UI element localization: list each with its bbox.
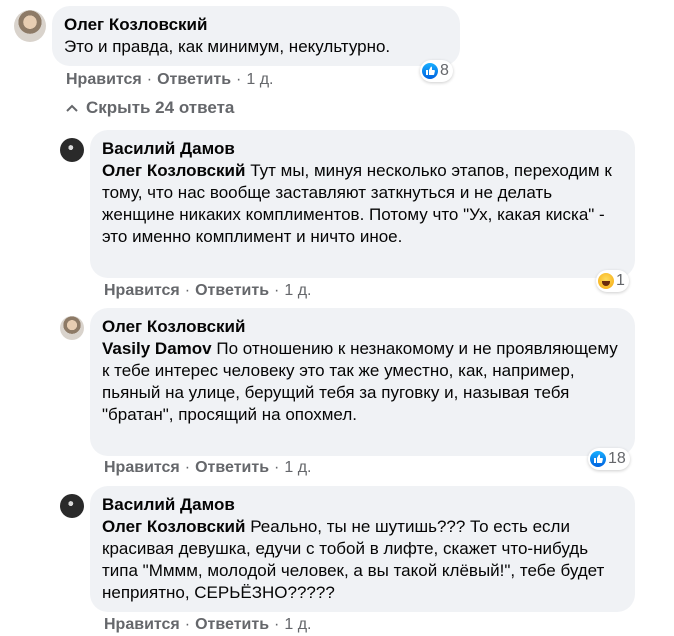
hide-replies-label: Скрыть 24 ответа bbox=[86, 98, 235, 117]
reaction-badge[interactable]: 18 bbox=[588, 448, 630, 470]
reply-button[interactable]: Ответить bbox=[157, 71, 231, 88]
chevron-up-icon bbox=[66, 104, 78, 112]
mention-link[interactable]: Олег Козловский bbox=[102, 517, 245, 536]
comment-author[interactable]: Олег Козловский bbox=[64, 14, 448, 36]
timestamp[interactable]: 1 д. bbox=[284, 616, 311, 633]
reaction-count: 8 bbox=[440, 62, 449, 79]
comment-actions: Нравится · Ответить · 1 д. bbox=[104, 459, 312, 476]
comment-author[interactable]: Василий Дамов bbox=[102, 138, 623, 160]
like-icon bbox=[422, 63, 438, 79]
comment-actions: Нравится · Ответить · 1 д. bbox=[104, 282, 312, 299]
comment-author[interactable]: Василий Дамов bbox=[102, 494, 623, 516]
reaction-count: 18 bbox=[608, 450, 626, 467]
comment-bubble: Василий Дамов Олег Козловский Реально, т… bbox=[90, 486, 635, 612]
haha-icon bbox=[598, 273, 614, 289]
reaction-badge[interactable]: 1 bbox=[596, 270, 629, 292]
avatar[interactable] bbox=[60, 138, 84, 162]
timestamp[interactable]: 1 д. bbox=[246, 71, 273, 88]
timestamp[interactable]: 1 д. bbox=[284, 459, 311, 476]
mention-link[interactable]: Vasily Damov bbox=[102, 339, 212, 358]
comment-text: Это и правда, как минимум, некультурно. bbox=[64, 37, 391, 56]
reaction-count: 1 bbox=[616, 272, 625, 289]
comment-actions: Нравится · Ответить · 1 д. bbox=[66, 71, 274, 88]
reaction-badge[interactable]: 8 bbox=[420, 60, 453, 82]
avatar[interactable] bbox=[14, 10, 46, 42]
comment-author[interactable]: Олег Козловский bbox=[102, 316, 623, 338]
comment-actions: Нравится · Ответить · 1 д. bbox=[104, 616, 312, 633]
mention-link[interactable]: Олег Козловский bbox=[102, 161, 245, 180]
like-button[interactable]: Нравится bbox=[66, 71, 142, 88]
comment-text: Олег Козловский Реально, ты не шутишь???… bbox=[102, 516, 623, 604]
like-button[interactable]: Нравится bbox=[104, 282, 180, 299]
reply-button[interactable]: Ответить bbox=[195, 459, 269, 476]
comment-text: Олег Козловский Тут мы, минуя несколько … bbox=[102, 160, 623, 248]
like-button[interactable]: Нравится bbox=[104, 616, 180, 633]
like-icon bbox=[590, 451, 606, 467]
comment-bubble: Олег Козловский Vasily Damov По отношени… bbox=[90, 308, 635, 456]
reply-button[interactable]: Ответить bbox=[195, 282, 269, 299]
avatar[interactable] bbox=[60, 316, 84, 340]
avatar[interactable] bbox=[60, 494, 84, 518]
hide-replies-button[interactable]: Скрыть 24 ответа bbox=[66, 98, 234, 118]
like-button[interactable]: Нравится bbox=[104, 459, 180, 476]
comment-bubble: Олег Козловский Это и правда, как миниму… bbox=[52, 6, 460, 66]
comment-bubble: Василий Дамов Олег Козловский Тут мы, ми… bbox=[90, 130, 635, 278]
timestamp[interactable]: 1 д. bbox=[284, 282, 311, 299]
comment-text: Vasily Damov По отношению к незнакомому … bbox=[102, 338, 623, 426]
reply-button[interactable]: Ответить bbox=[195, 616, 269, 633]
